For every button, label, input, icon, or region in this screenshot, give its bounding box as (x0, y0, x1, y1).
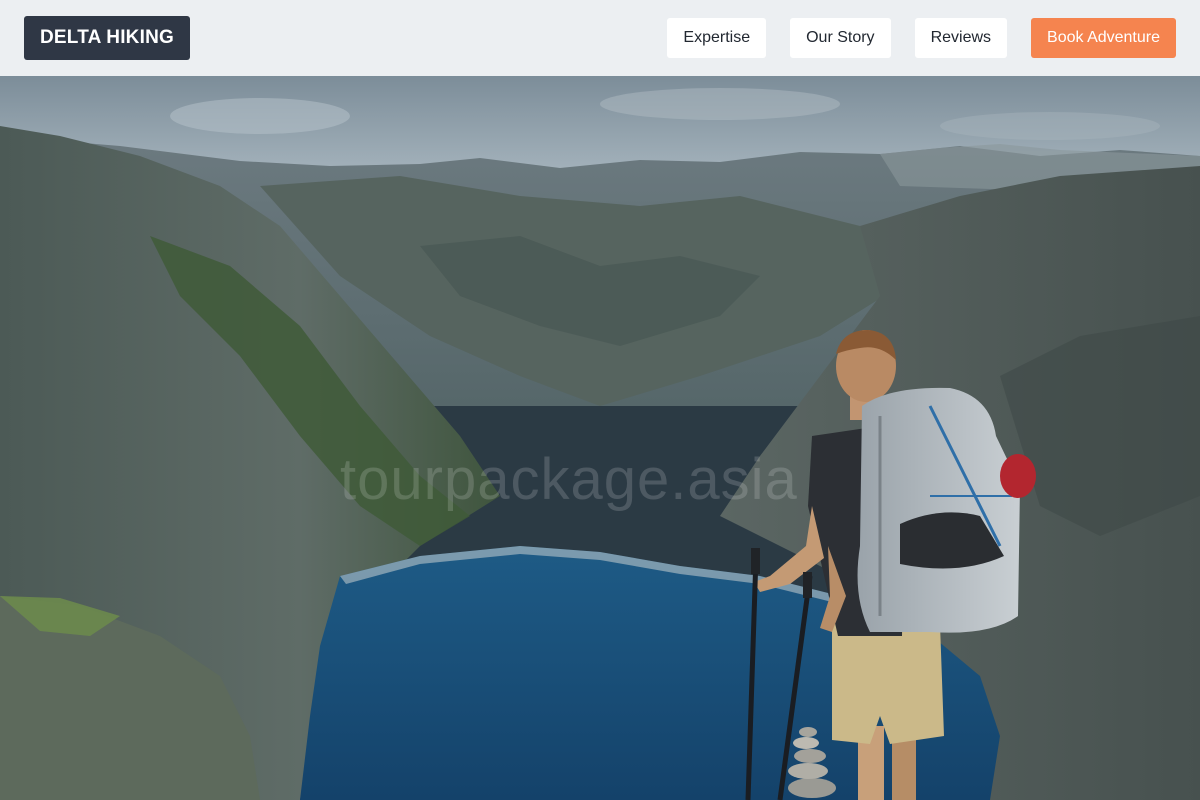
hero-section: tourpackage.asia (0, 76, 1200, 800)
site-header: DELTA HIKING Expertise Our Story Reviews… (0, 0, 1200, 76)
book-adventure-button[interactable]: Book Adventure (1031, 18, 1176, 58)
main-nav: Expertise Our Story Reviews Book Adventu… (667, 18, 1176, 58)
nav-expertise-button[interactable]: Expertise (667, 18, 767, 58)
nav-our-story-button[interactable]: Our Story (790, 18, 891, 58)
page: DELTA HIKING Expertise Our Story Reviews… (0, 0, 1200, 800)
nav-reviews-button[interactable]: Reviews (914, 18, 1008, 58)
logo[interactable]: DELTA HIKING (24, 16, 190, 60)
hero-image (0, 76, 1200, 800)
